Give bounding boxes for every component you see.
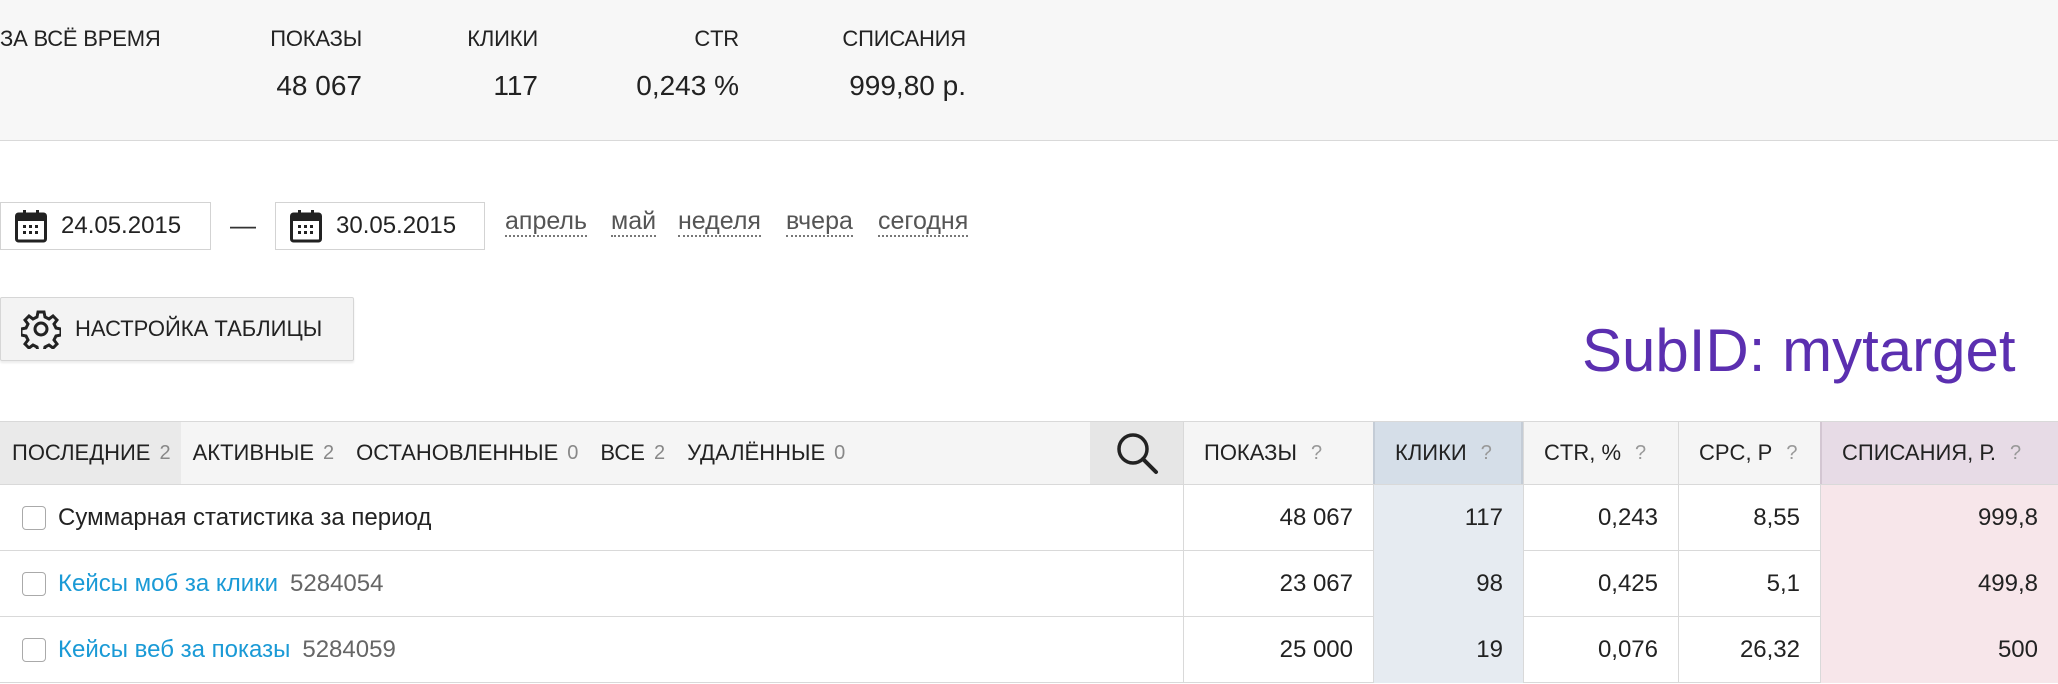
row-name-cell: Кейсы моб за клики 5284054 — [22, 551, 383, 617]
cell-shows: 48 067 — [1183, 485, 1373, 551]
calendar-icon — [290, 210, 322, 243]
quick-link-week[interactable]: неделя — [678, 207, 761, 237]
column-header-cpc[interactable]: CPC, Р? — [1678, 422, 1820, 484]
cell-ctr: 0,425 — [1523, 551, 1678, 617]
campaign-link[interactable]: Кейсы веб за показы — [58, 636, 290, 664]
cell-cpc: 5,1 — [1678, 551, 1820, 617]
summary-stat-value: 0,243 % — [636, 70, 739, 101]
cell-spend: 499,8 — [1820, 551, 2058, 617]
help-icon[interactable]: ? — [1311, 442, 1322, 465]
row-name-cell: Кейсы веб за показы 5284059 — [22, 617, 396, 683]
table-header: ПОСЛЕДНИЕ 2 АКТИВНЫЕ 2 ОСТАНОВЛЕННЫЕ 0 ВСЕ 2… — [0, 421, 2058, 485]
gear-icon — [21, 310, 61, 349]
column-header-ctr[interactable]: CTR, %? — [1523, 422, 1678, 484]
quick-link-yesterday[interactable]: вчера — [786, 207, 853, 237]
help-icon[interactable]: ? — [1635, 442, 1646, 465]
cell-shows: 23 067 — [1183, 551, 1373, 617]
summary-period-label: ЗА ВСЁ ВРЕМЯ — [0, 26, 161, 51]
tab-label: УДАЛЁННЫЕ — [687, 440, 826, 465]
column-header-shows[interactable]: ПОКАЗЫ? — [1183, 422, 1373, 484]
date-from-value: 24.05.2015 — [61, 212, 182, 239]
summary-stat-spend: СПИСАНИЯ 999,80 р. — [818, 26, 966, 102]
help-icon[interactable]: ? — [1481, 442, 1492, 465]
row-name: Суммарная статистика за период — [58, 504, 432, 531]
cell-spend: 999,8 — [1820, 485, 2058, 551]
table-settings-button[interactable]: НАСТРОЙКА ТАБЛИЦЫ — [0, 297, 354, 361]
table-settings-label: НАСТРОЙКА ТАБЛИЦЫ — [75, 316, 323, 341]
tab-active[interactable]: АКТИВНЫЕ 2 — [181, 422, 345, 484]
tab-label: ОСТАНОВЛЕННЫЕ — [356, 440, 559, 465]
summary-stat-label: СПИСАНИЯ — [842, 26, 966, 51]
row-name-cell: Суммарная статистика за период — [22, 485, 431, 551]
column-label: CTR, % — [1544, 440, 1621, 465]
date-to-field[interactable]: 30.05.2015 — [275, 202, 485, 250]
date-separator: — — [230, 210, 256, 240]
column-label: CPC, Р — [1699, 440, 1773, 465]
tab-count: 0 — [567, 441, 579, 464]
quick-link-may[interactable]: май — [611, 207, 657, 237]
summary-stat-clicks: КЛИКИ 117 — [440, 26, 538, 102]
column-label: СПИСАНИЯ, Р. — [1842, 440, 1997, 465]
column-header-spend[interactable]: СПИСАНИЯ, Р.? — [1820, 422, 2058, 484]
tab-label: ВСЕ — [600, 440, 645, 465]
column-label: КЛИКИ — [1395, 440, 1467, 465]
cell-ctr: 0,243 — [1523, 485, 1678, 551]
summary-stat-value: 48 067 — [276, 70, 362, 101]
cell-clicks: 98 — [1373, 551, 1523, 617]
table-row: Кейсы веб за показы 5284059 25 000 19 0,… — [0, 617, 2058, 683]
cell-spend: 500 — [1820, 617, 2058, 683]
help-icon[interactable]: ? — [1786, 442, 1797, 465]
tab-label: ПОСЛЕДНИЕ — [12, 440, 151, 465]
cell-cpc: 8,55 — [1678, 485, 1820, 551]
summary-period: ЗА ВСЁ ВРЕМЯ — [0, 26, 161, 52]
tab-recent[interactable]: ПОСЛЕДНИЕ 2 — [0, 422, 181, 484]
column-header-clicks[interactable]: КЛИКИ? — [1373, 422, 1523, 484]
row-checkbox[interactable] — [22, 638, 46, 662]
search-icon — [1116, 433, 1158, 474]
campaign-id: 5284054 — [290, 570, 384, 597]
calendar-icon — [15, 210, 47, 243]
help-icon[interactable]: ? — [2010, 442, 2021, 465]
tab-stopped[interactable]: ОСТАНОВЛЕННЫЕ 0 — [344, 422, 588, 484]
subid-label: SubID: mytarget — [1582, 317, 2016, 384]
campaign-id: 5284059 — [302, 636, 396, 663]
summary-stat-label: CTR — [694, 26, 739, 51]
summary-stat-value: 999,80 р. — [849, 70, 966, 101]
cell-clicks: 117 — [1373, 485, 1523, 551]
date-from-field[interactable]: 24.05.2015 — [0, 202, 211, 250]
tab-count: 2 — [653, 441, 666, 464]
column-label: ПОКАЗЫ — [1204, 440, 1297, 465]
cell-shows: 25 000 — [1183, 617, 1373, 683]
summary-panel: ЗА ВСЁ ВРЕМЯ ПОКАЗЫ 48 067 КЛИКИ 117 CTR… — [0, 0, 2058, 141]
summary-stat-label: КЛИКИ — [467, 26, 538, 51]
row-checkbox[interactable] — [22, 506, 46, 530]
quick-link-today[interactable]: сегодня — [878, 207, 969, 237]
summary-stat-ctr: CTR 0,243 % — [620, 26, 739, 102]
summary-stat-value: 117 — [493, 70, 538, 101]
tab-count: 0 — [834, 441, 846, 464]
tab-deleted[interactable]: УДАЛЁННЫЕ 0 — [675, 422, 855, 484]
cell-ctr: 0,076 — [1523, 617, 1678, 683]
table-row-total: Суммарная статистика за период 48 067 11… — [0, 485, 2058, 551]
date-to-value: 30.05.2015 — [336, 212, 457, 239]
tab-all[interactable]: ВСЕ 2 — [588, 422, 675, 484]
cell-cpc: 26,32 — [1678, 617, 1820, 683]
tab-count: 2 — [159, 441, 171, 464]
summary-stat-shows: ПОКАЗЫ 48 067 — [250, 26, 362, 102]
cell-clicks: 19 — [1373, 617, 1523, 683]
quick-link-april[interactable]: апрель — [505, 207, 588, 237]
table-row: Кейсы моб за клики 5284054 23 067 98 0,4… — [0, 551, 2058, 617]
row-checkbox[interactable] — [22, 572, 46, 596]
tab-label: АКТИВНЫЕ — [192, 440, 315, 465]
summary-stat-label: ПОКАЗЫ — [270, 26, 362, 51]
campaign-link[interactable]: Кейсы моб за клики — [58, 570, 278, 598]
search-button[interactable] — [1090, 422, 1183, 484]
tab-count: 2 — [323, 441, 335, 464]
filter-tabs: ПОСЛЕДНИЕ 2 АКТИВНЫЕ 2 ОСТАНОВЛЕННЫЕ 0 ВСЕ 2… — [0, 422, 855, 484]
